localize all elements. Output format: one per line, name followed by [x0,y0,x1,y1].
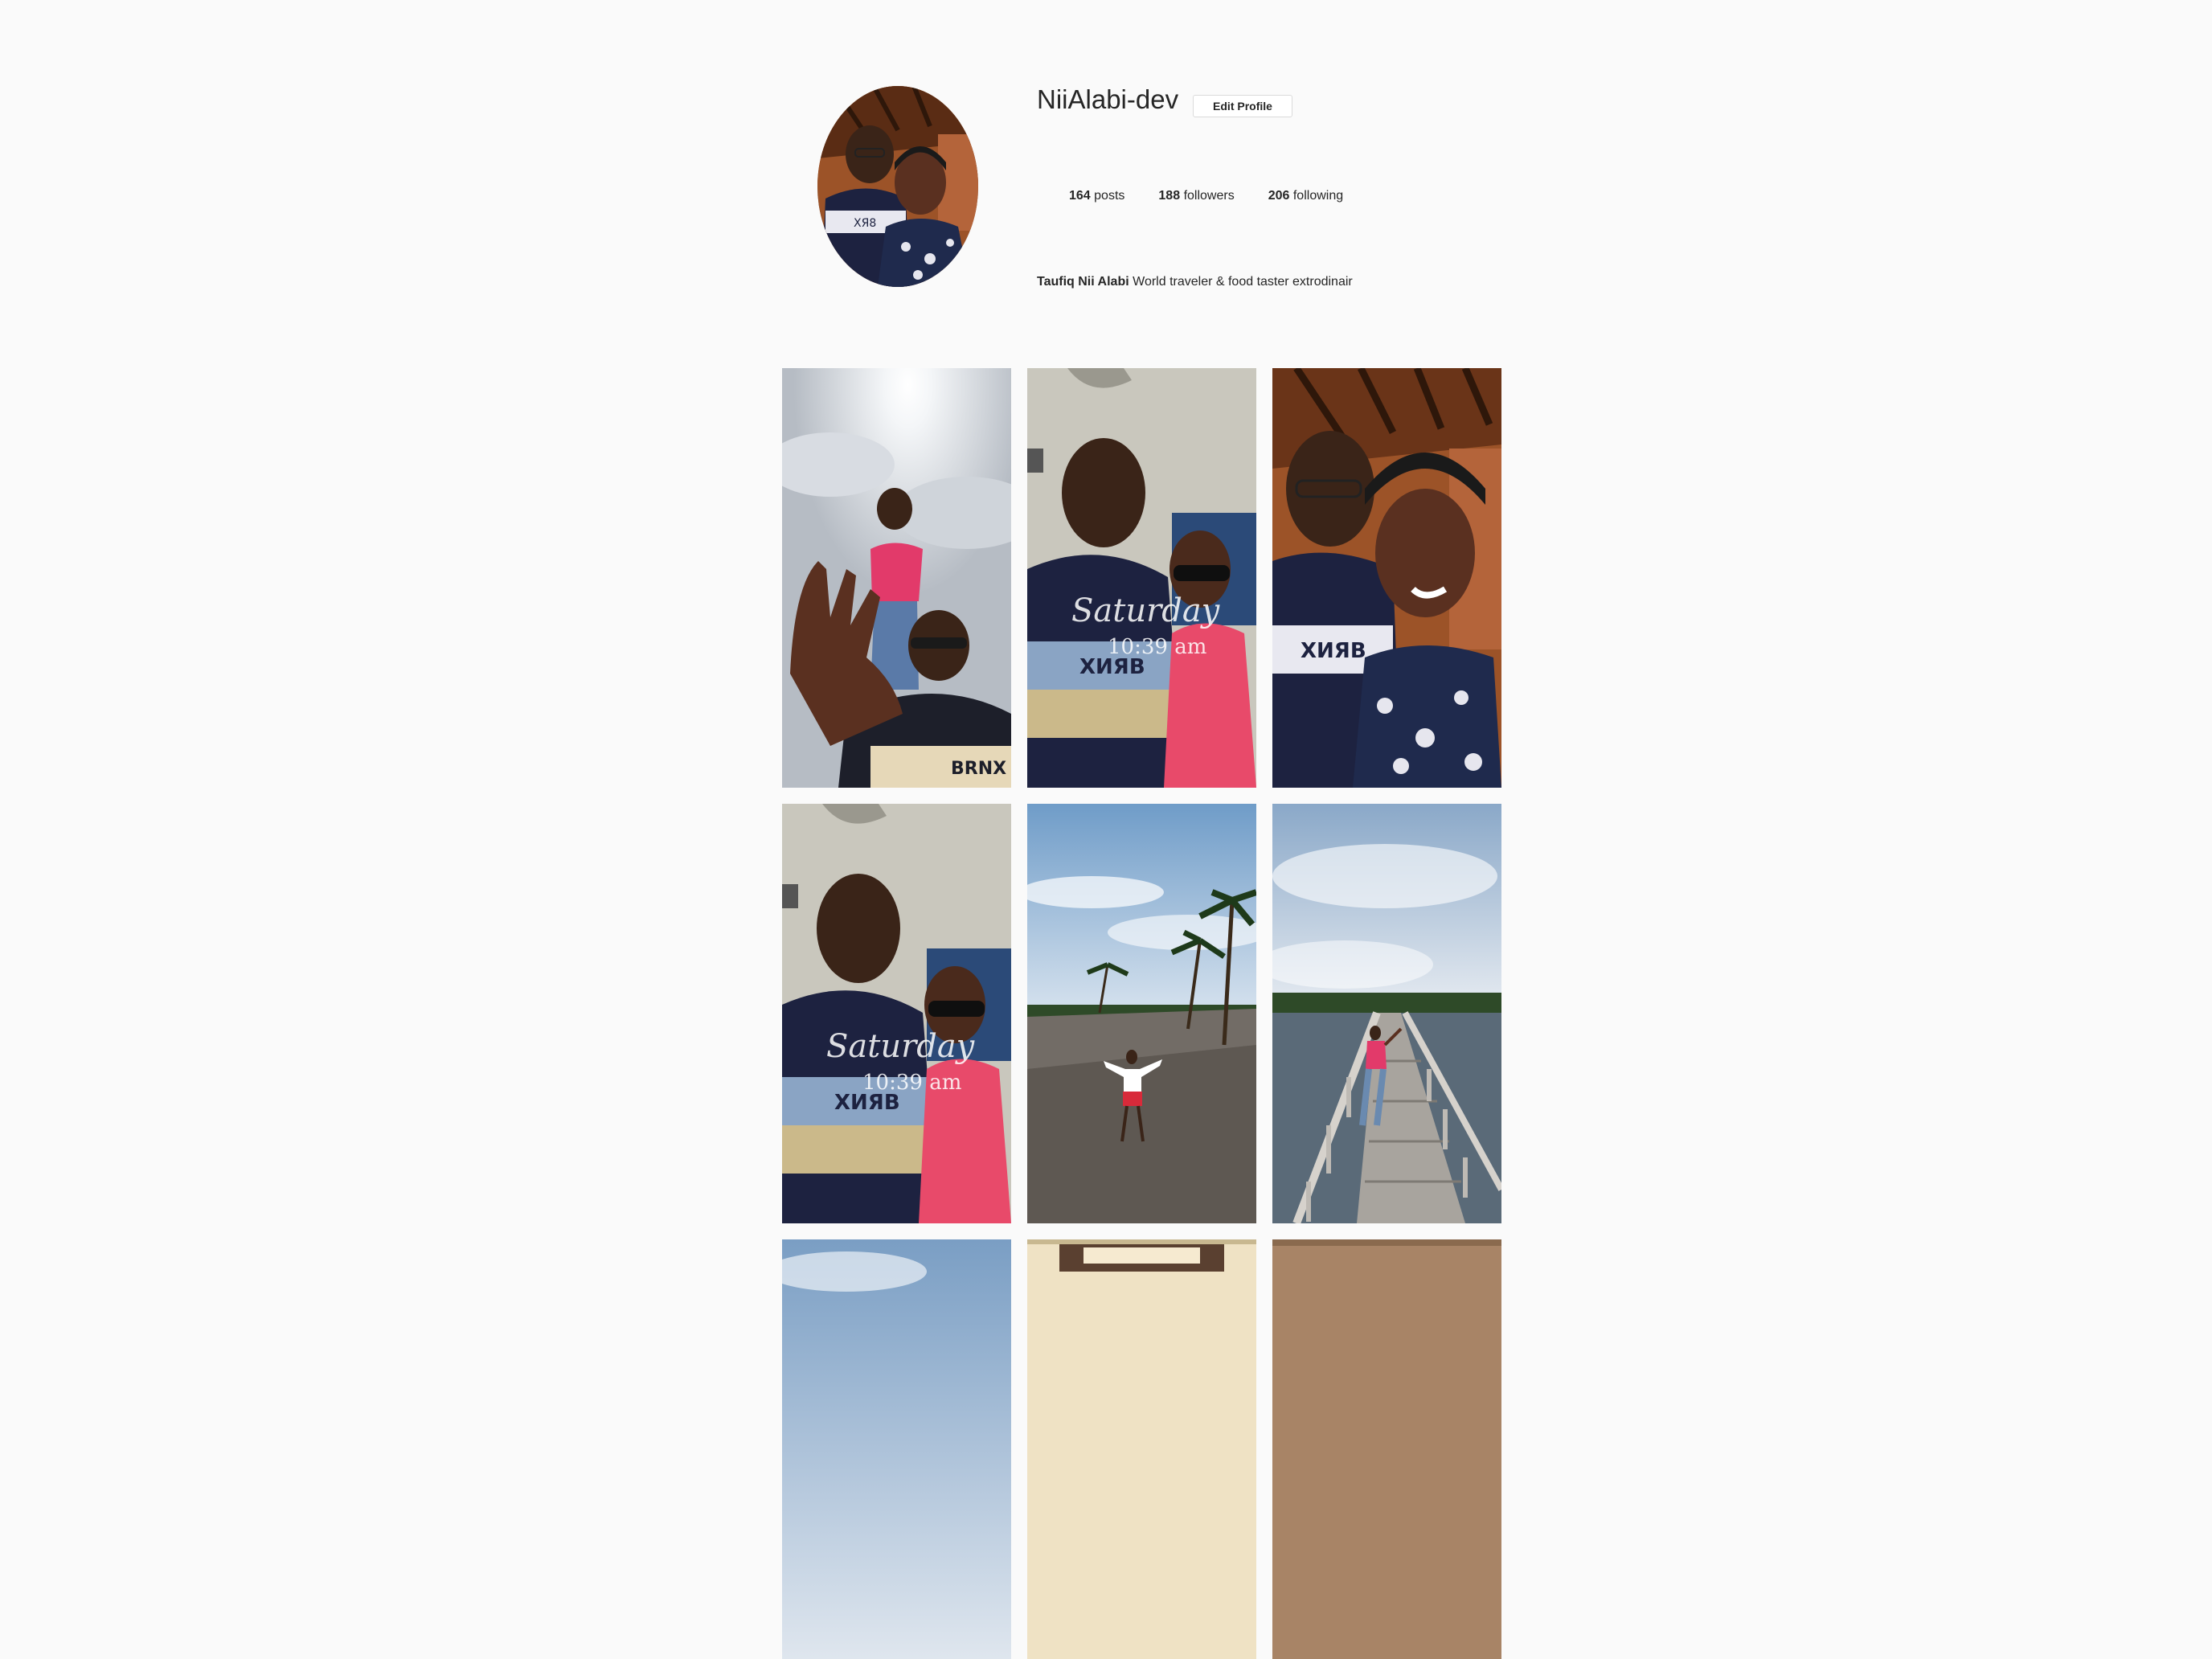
followers-count: 188 [1158,189,1181,203]
profile-stats: 164 posts 188 followers 206 following [1069,187,1377,205]
svg-text:Saturday: Saturday [1071,592,1221,629]
post-thumbnail[interactable]: XИЯВ Saturday 10:39 am [1027,368,1256,788]
avatar-photo: XЯ8 [817,86,978,287]
svg-text:Saturday: Saturday [826,1028,976,1065]
post-image [1272,804,1501,1223]
post-image [1272,1239,1501,1659]
post-thumbnail[interactable]: BRNX [782,368,1011,788]
post-thumbnail[interactable] [1272,804,1501,1223]
svg-text:XЯ8: XЯ8 [854,217,876,230]
svg-text:10:39 am: 10:39 am [1108,635,1206,659]
following-label: following [1292,189,1344,203]
post-thumbnail[interactable] [782,1239,1011,1659]
post-image: XИЯB [1272,368,1501,788]
post-image: XИЯВ Saturday 10:39 am [782,804,1011,1223]
posts-grid: BRNX XИЯВ Saturday 10:39 am XИЯB XИЯВ Sa… [782,368,1502,1659]
profile-avatar[interactable]: XЯ8 [817,86,978,287]
bio-name: Taufiq Nii Alabi [1037,275,1129,289]
svg-text:XИЯB: XИЯB [1301,639,1366,663]
profile-bio: Taufiq Nii Alabi World traveler & food t… [1037,273,1353,291]
following-stat[interactable]: 206 following [1268,187,1343,205]
edit-profile-button[interactable]: Edit Profile [1193,95,1292,117]
following-count: 206 [1268,189,1290,203]
followers-stat[interactable]: 188 followers [1158,187,1234,205]
followers-label: followers [1183,189,1235,203]
post-image: XИЯВ Saturday 10:39 am [1027,368,1256,788]
post-thumbnail[interactable] [1027,804,1256,1223]
svg-text:10:39 am: 10:39 am [862,1071,961,1095]
posts-label: posts [1094,189,1125,203]
profile-header: XЯ8 NiiAlabi-dev Edit Profile 164 posts … [0,0,2212,346]
posts-stat[interactable]: 164 posts [1069,187,1124,205]
profile-username: NiiAlabi-dev [1037,84,1179,114]
post-thumbnail[interactable] [1272,1239,1501,1659]
bio-text: World traveler & food taster extrodinair [1133,275,1353,289]
post-thumbnail[interactable] [1027,1239,1256,1659]
svg-text:BRNX: BRNX [951,759,1006,779]
post-thumbnail[interactable]: XИЯВ Saturday 10:39 am [782,804,1011,1223]
posts-count: 164 [1069,189,1091,203]
post-image [1027,804,1256,1223]
post-thumbnail[interactable]: XИЯB [1272,368,1501,788]
post-image [782,1239,1011,1659]
post-image [1027,1239,1256,1659]
post-image: BRNX [782,368,1011,788]
